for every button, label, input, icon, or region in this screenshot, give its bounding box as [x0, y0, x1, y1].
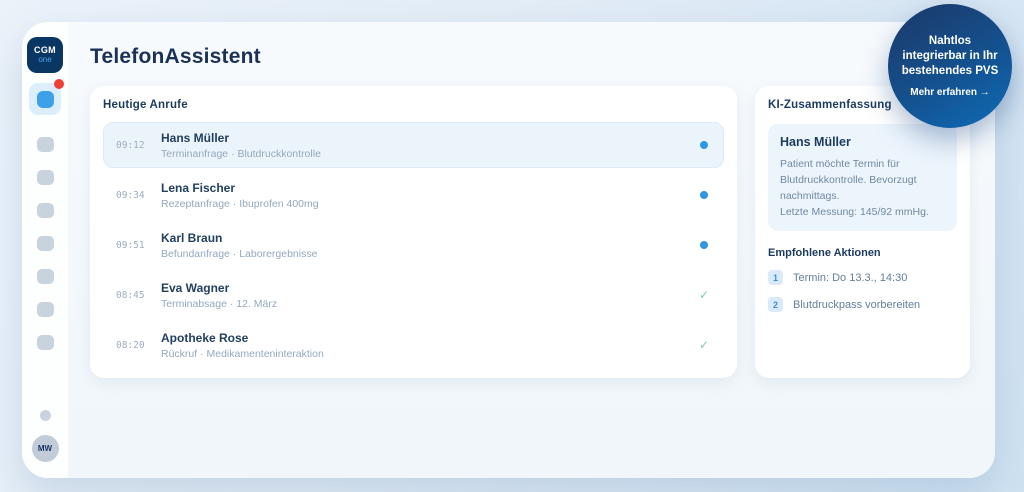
call-time: 09:34: [116, 189, 145, 201]
call-subtitle: Rezeptanfrage · Ibuprofen 400mg: [161, 197, 319, 210]
promo-cta-link[interactable]: Mehr erfahren →: [910, 87, 989, 98]
ai-summary-card: Hans Müller Patient möchte Termin für Bl…: [768, 124, 957, 231]
sidebar-item-calls-active[interactable]: [29, 79, 64, 115]
logo-text-top: CGM: [34, 45, 56, 55]
caller-name: Hans Müller: [161, 130, 230, 145]
promo-badge[interactable]: Nahtlos integrierbar in Ihr bestehendes …: [888, 4, 1012, 128]
unread-dot-icon: [700, 141, 708, 149]
call-subtitle: Rückruf · Medikamenteninteraktion: [161, 347, 324, 360]
calls-panel-title: Heutige Anrufe: [103, 99, 188, 111]
caller-name: Eva Wagner: [161, 280, 230, 295]
caller-name: Karl Braun: [161, 230, 223, 245]
recommended-action[interactable]: 1 Termin: Do 13.3., 14:30: [768, 270, 957, 285]
sidebar-item-placeholder-6[interactable]: [36, 302, 54, 317]
summary-text-line: Blutdruckkontrolle. Bevorzugt nachmittag…: [780, 174, 917, 202]
unread-dot-icon: [700, 191, 708, 199]
ai-summary-panel: KI-Zusammenfassung Hans Müller Patient m…: [755, 86, 970, 378]
summary-patient-name: Hans Müller: [780, 135, 851, 149]
caller-name: Apotheke Rose: [161, 330, 249, 345]
app-window: CGM one MW TelefonAssistent Heutige Anru…: [22, 22, 995, 478]
call-subtitle: Terminanfrage · Blutdruckkontrolle: [161, 147, 321, 160]
action-label: Blutdruckpass vorbereiten: [793, 298, 921, 311]
sidebar-item-placeholder-3[interactable]: [36, 203, 54, 218]
sidebar-item-placeholder-1[interactable]: [36, 137, 54, 152]
call-time: 08:45: [116, 289, 145, 301]
logo-text-bottom: one: [38, 55, 52, 64]
caller-name: Lena Fischer: [161, 180, 236, 195]
call-row[interactable]: 09:34 Lena Fischer Rezeptanfrage · Ibupr…: [103, 172, 724, 218]
action-number-badge: 1: [768, 270, 783, 285]
call-row[interactable]: 09:12 Hans Müller Terminanfrage · Blutdr…: [103, 122, 724, 168]
action-number-badge: 2: [768, 297, 783, 312]
call-row[interactable]: 09:51 Karl Braun Befundanfrage · Laborer…: [103, 222, 724, 268]
sidebar-item-placeholder-4[interactable]: [36, 236, 54, 251]
sidebar-bottom-dot-icon[interactable]: [39, 410, 51, 421]
todays-calls-panel: Heutige Anrufe 09:12 Hans Müller Termina…: [90, 86, 737, 378]
call-time: 09:12: [116, 139, 145, 151]
sidebar-nav-list: [36, 137, 54, 368]
sidebar: CGM one MW: [22, 22, 68, 478]
check-icon: ✓: [698, 288, 710, 302]
action-label: Termin: Do 13.3., 14:30: [793, 271, 908, 284]
promo-line: bestehendes PVS: [901, 65, 999, 77]
recommended-actions-title: Empfohlene Aktionen: [768, 247, 881, 259]
summary-text-line: Patient möchte Termin für: [780, 158, 900, 170]
call-subtitle: Befundanfrage · Laborergebnisse: [161, 247, 318, 260]
call-subtitle: Terminabsage · 12. März: [161, 297, 278, 310]
call-row[interactable]: 08:45 Eva Wagner Terminabsage · 12. März…: [103, 272, 724, 318]
sidebar-item-placeholder-5[interactable]: [36, 269, 54, 284]
call-time: 09:51: [116, 239, 145, 251]
call-time: 08:20: [116, 339, 145, 351]
page-title: TelefonAssistent: [90, 45, 261, 68]
promo-line: Nahtlos: [928, 35, 972, 47]
recommended-action[interactable]: 2 Blutdruckpass vorbereiten: [768, 297, 957, 312]
sidebar-item-placeholder-2[interactable]: [36, 170, 54, 185]
calls-icon: [36, 90, 54, 108]
check-icon: ✓: [698, 338, 710, 352]
call-list: 09:12 Hans Müller Terminanfrage · Blutdr…: [103, 122, 724, 368]
summary-text-line: Letzte Messung: 145/92 mmHg.: [780, 206, 929, 218]
cgm-one-logo: CGM one: [27, 37, 63, 73]
main-content: TelefonAssistent Heutige Anrufe 09:12 Ha…: [68, 22, 995, 478]
notification-dot-icon: [54, 79, 64, 89]
user-avatar[interactable]: MW: [31, 435, 59, 462]
promo-line: integrierbar in Ihr: [902, 50, 998, 62]
sidebar-item-placeholder-7[interactable]: [36, 335, 54, 350]
unread-dot-icon: [700, 241, 708, 249]
call-row[interactable]: 08:20 Apotheke Rose Rückruf · Medikament…: [103, 322, 724, 368]
